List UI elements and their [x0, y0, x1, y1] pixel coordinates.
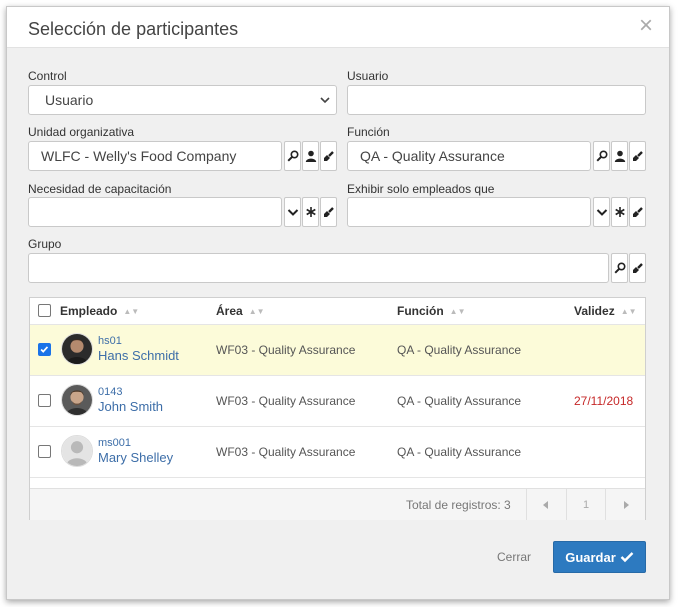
participant-selection-dialog: Selección de participantes × Control Usu… — [6, 6, 670, 600]
user-icon — [305, 150, 316, 162]
column-empleado[interactable]: Empleado ▲▼ — [60, 304, 139, 318]
unidad-label: Unidad organizativa — [28, 125, 135, 139]
funcion-label: Función — [347, 125, 390, 139]
sort-icon: ▲▼ — [620, 307, 637, 316]
unidad-user-button[interactable] — [302, 141, 319, 171]
funcion-user-button[interactable] — [611, 141, 628, 171]
funcion-input[interactable]: QA - Quality Assurance — [347, 141, 591, 171]
exhibir-dropdown-button[interactable] — [593, 197, 610, 227]
control-label: Control — [28, 69, 67, 83]
grupo-label: Grupo — [28, 237, 62, 251]
table-row[interactable]: 0143 John Smith WF03 - Quality Assurance… — [30, 376, 645, 427]
search-icon — [613, 262, 626, 274]
control-value: Usuario — [45, 92, 94, 108]
exhibir-input[interactable] — [347, 197, 591, 227]
exhibir-label: Exhibir solo empleados que — [347, 182, 495, 196]
necesidad-dropdown-button[interactable] — [284, 197, 301, 227]
eraser-icon — [632, 151, 643, 161]
chevron-down-icon — [320, 97, 330, 104]
unidad-search-button[interactable] — [284, 141, 301, 171]
chevron-down-icon — [596, 209, 607, 216]
caret-left-icon — [543, 500, 549, 509]
table-footer: Total de registros: 3 1 — [30, 488, 645, 520]
employee-funcion: QA - Quality Assurance — [397, 445, 522, 459]
cancel-button[interactable]: Cerrar — [497, 550, 531, 564]
close-icon[interactable]: × — [639, 14, 653, 38]
eraser-icon — [323, 207, 334, 217]
column-validez[interactable]: Validez ▲▼ — [574, 304, 637, 318]
eraser-icon — [632, 207, 643, 217]
employee-name[interactable]: John Smith — [98, 399, 163, 414]
table-row[interactable]: hs01 Hans Schmidt WF03 - Quality Assuran… — [30, 325, 645, 376]
employee-code: 0143 — [98, 386, 123, 398]
eraser-icon — [632, 263, 643, 273]
employee-code: hs01 — [98, 335, 122, 347]
employees-table: Empleado ▲▼ Área ▲▼ Función ▲▼ Validez ▲▼ hs… — [29, 297, 646, 520]
row-checkbox[interactable] — [38, 394, 51, 407]
funcion-search-button[interactable] — [593, 141, 610, 171]
employee-area: WF03 - Quality Assurance — [216, 343, 356, 357]
avatar — [61, 384, 93, 416]
select-all-checkbox[interactable] — [38, 304, 51, 317]
row-checkbox[interactable] — [38, 343, 51, 356]
employee-code: ms001 — [98, 437, 132, 449]
row-checkbox[interactable] — [38, 445, 51, 458]
grupo-clear-button[interactable] — [629, 253, 646, 283]
necesidad-input[interactable] — [28, 197, 282, 227]
usuario-input[interactable] — [347, 85, 646, 115]
column-empleado-label: Empleado — [60, 304, 118, 318]
necesidad-all-button[interactable] — [302, 197, 319, 227]
eraser-icon — [323, 151, 334, 161]
employee-name[interactable]: Hans Schmidt — [98, 348, 179, 363]
column-funcion[interactable]: Función ▲▼ — [397, 304, 466, 318]
employee-funcion: QA - Quality Assurance — [397, 343, 522, 357]
exhibir-clear-button[interactable] — [629, 197, 646, 227]
funcion-clear-button[interactable] — [629, 141, 646, 171]
save-button-label: Guardar — [565, 549, 616, 565]
sort-icon: ▲▼ — [248, 307, 265, 316]
column-area-label: Área — [216, 304, 243, 318]
employee-funcion: QA - Quality Assurance — [397, 394, 522, 408]
current-page: 1 — [565, 489, 606, 520]
employee-area: WF03 - Quality Assurance — [216, 445, 356, 459]
pagination: 1 — [526, 489, 645, 520]
column-area[interactable]: Área ▲▼ — [216, 304, 265, 318]
asterisk-icon — [614, 207, 625, 217]
sort-icon: ▲▼ — [449, 307, 466, 316]
column-funcion-label: Función — [397, 304, 444, 318]
search-icon — [286, 150, 299, 162]
asterisk-icon — [305, 207, 316, 217]
necesidad-label: Necesidad de capacitación — [28, 182, 172, 196]
total-records: Total de registros: 3 — [406, 498, 511, 512]
avatar — [61, 333, 93, 365]
next-page-button[interactable] — [605, 489, 645, 520]
sort-icon: ▲▼ — [123, 307, 140, 316]
column-validez-label: Validez — [574, 304, 615, 318]
usuario-label: Usuario — [347, 69, 389, 83]
avatar — [61, 435, 93, 467]
search-icon — [595, 150, 608, 162]
unidad-clear-button[interactable] — [320, 141, 337, 171]
dialog-header: Selección de participantes × — [7, 7, 669, 48]
caret-right-icon — [623, 500, 629, 509]
user-icon — [614, 150, 625, 162]
save-button[interactable]: Guardar — [553, 541, 646, 573]
check-icon — [620, 552, 634, 563]
prev-page-button[interactable] — [526, 489, 566, 520]
unidad-input[interactable]: WLFC - Welly's Food Company — [28, 141, 282, 171]
chevron-down-icon — [287, 209, 298, 216]
table-row[interactable]: ms001 Mary Shelley WF03 - Quality Assura… — [30, 427, 645, 478]
employee-validez: 27/11/2018 — [574, 394, 634, 408]
employee-name[interactable]: Mary Shelley — [98, 450, 173, 465]
exhibir-all-button[interactable] — [611, 197, 628, 227]
control-select[interactable]: Usuario — [28, 85, 337, 115]
grupo-search-button[interactable] — [611, 253, 628, 283]
necesidad-clear-button[interactable] — [320, 197, 337, 227]
check-icon — [40, 346, 49, 353]
table-header: Empleado ▲▼ Área ▲▼ Función ▲▼ Validez ▲▼ — [30, 298, 645, 325]
employee-area: WF03 - Quality Assurance — [216, 394, 356, 408]
grupo-input[interactable] — [28, 253, 609, 283]
dialog-title: Selección de participantes — [28, 19, 239, 39]
